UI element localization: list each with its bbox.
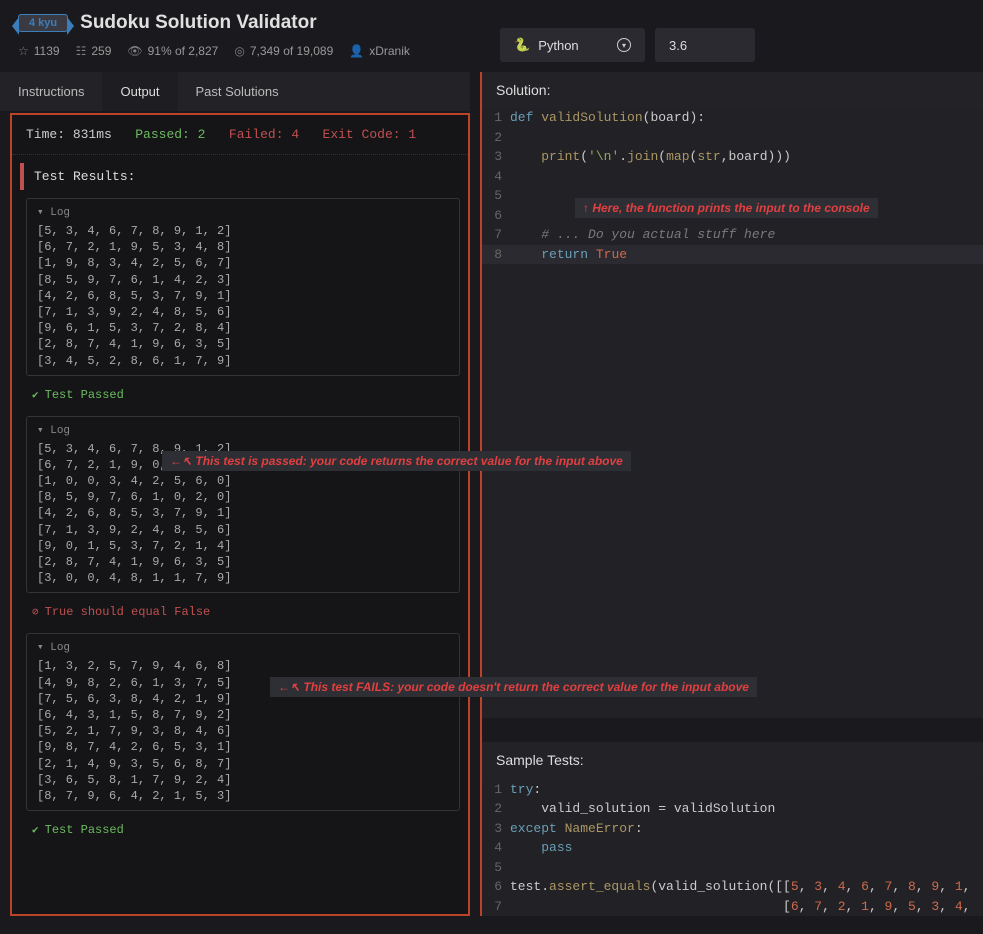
eye-icon: 👁	[127, 44, 142, 58]
stat-completed: ◎ 7,349 of 19,089	[234, 44, 333, 58]
tab-past-solutions[interactable]: Past Solutions	[178, 72, 297, 111]
line-number: 1	[482, 780, 510, 800]
line-number: 3	[482, 147, 510, 167]
log-label[interactable]: Log	[37, 423, 449, 437]
code-line[interactable]: 1def validSolution(board):	[482, 108, 983, 128]
pass-text: Test Passed	[45, 823, 124, 837]
code-line[interactable]: 3except NameError:	[482, 819, 983, 839]
log-block: Log [5, 3, 4, 6, 7, 8, 9, 1, 2] [6, 7, 2…	[26, 198, 460, 376]
check-icon: ✔	[32, 388, 39, 402]
code-line[interactable]: 4	[482, 167, 983, 187]
test-result-fail: ⊘ True should equal False	[26, 601, 460, 623]
code-text: def validSolution(board):	[510, 108, 705, 128]
time-value: 831ms	[73, 127, 112, 142]
pass-text: Test Passed	[45, 388, 124, 402]
code-line[interactable]: 2 valid_solution = validSolution	[482, 799, 983, 819]
stat-satisfaction: 👁 91% of 2,827	[127, 44, 218, 58]
log-block: Log [5, 3, 4, 6, 7, 8, 9, 1, 2] [6, 7, 2…	[26, 416, 460, 594]
stat-collections: ☷ 259	[76, 44, 112, 58]
test-result-pass: ✔ Test Passed	[26, 819, 460, 841]
code-text: return True	[510, 245, 627, 265]
code-text: print('\n'.join(map(str,board)))	[510, 147, 791, 167]
solution-header: Solution:	[482, 72, 983, 108]
code-line[interactable]: 7 # ... Do you actual stuff here	[482, 225, 983, 245]
error-icon: ⊘	[32, 605, 39, 619]
layers-icon: ☷	[76, 44, 87, 58]
annotation-pass: ←↖ This test is passed: your code return…	[162, 451, 631, 471]
code-line[interactable]: 6test.assert_equals(valid_solution([[5, …	[482, 877, 983, 897]
log-label[interactable]: Log	[37, 640, 449, 654]
code-line[interactable]: 2	[482, 128, 983, 148]
test-result-pass: ✔ Test Passed	[26, 384, 460, 406]
failed-count: 4	[291, 127, 299, 142]
python-icon: 🐍	[514, 37, 530, 53]
star-icon: ☆	[18, 44, 29, 58]
annotation-fail: ←↖ This test FAILS: your code doesn't re…	[270, 677, 757, 697]
line-number: 2	[482, 799, 510, 819]
line-number: 5	[482, 186, 510, 206]
satisfaction-text: 91% of 2,827	[148, 44, 219, 58]
exit-label: Exit Code:	[323, 127, 401, 142]
target-icon: ◎	[234, 44, 244, 58]
code-text: try:	[510, 780, 541, 800]
log-content: [5, 3, 4, 6, 7, 8, 9, 1, 2] [6, 7, 2, 1,…	[37, 223, 449, 369]
tab-output[interactable]: Output	[102, 72, 177, 111]
chevron-down-icon: ▾	[617, 38, 631, 52]
check-icon: ✔	[32, 823, 39, 837]
line-number: 5	[482, 858, 510, 878]
line-number: 7	[482, 225, 510, 245]
difficulty-badge: 4 kyu	[18, 14, 68, 32]
tab-bar: Instructions Output Past Solutions	[0, 72, 470, 111]
stat-author[interactable]: 👤 xDranik	[349, 44, 410, 58]
tab-instructions[interactable]: Instructions	[0, 72, 102, 111]
code-text: pass	[510, 838, 572, 858]
code-text: # ... Do you actual stuff here	[510, 225, 775, 245]
annotation-print: ↑ Here, the function prints the input to…	[575, 198, 878, 218]
code-line[interactable]: 5	[482, 858, 983, 878]
line-number: 6	[482, 877, 510, 897]
code-text: valid_solution = validSolution	[510, 799, 775, 819]
passed-label: Passed:	[135, 127, 190, 142]
code-text: test.assert_equals(valid_solution([[5, 3…	[510, 877, 970, 897]
code-line[interactable]: 7 [6, 7, 2, 1, 9, 5, 3, 4,	[482, 897, 983, 917]
completed-text: 7,349 of 19,089	[250, 44, 333, 58]
sample-tests-editor[interactable]: 1try:2 valid_solution = validSolution3ex…	[482, 778, 983, 917]
line-number: 4	[482, 838, 510, 858]
sample-tests-header: Sample Tests:	[482, 742, 983, 778]
stars-count: 1139	[34, 44, 60, 58]
line-number: 1	[482, 108, 510, 128]
code-text: except NameError:	[510, 819, 643, 839]
stat-stars: ☆ 1139	[18, 44, 60, 58]
page-title: Sudoku Solution Validator	[80, 12, 316, 34]
language-label: Python	[538, 38, 578, 53]
log-block: Log [1, 3, 2, 5, 7, 9, 4, 6, 8] [4, 9, 8…	[26, 633, 460, 811]
line-number: 3	[482, 819, 510, 839]
time-label: Time:	[26, 127, 65, 142]
test-results-header: Test Results:	[20, 163, 460, 190]
output-panel: Time: 831ms Passed: 2 Failed: 4 Exit Cod…	[10, 113, 470, 916]
version-dropdown[interactable]: 3.6	[655, 28, 755, 62]
status-bar: Time: 831ms Passed: 2 Failed: 4 Exit Cod…	[12, 115, 468, 155]
language-dropdown[interactable]: 🐍 Python ▾	[500, 28, 645, 62]
failed-label: Failed:	[229, 127, 284, 142]
exit-code: 1	[408, 127, 416, 142]
collections-count: 259	[91, 44, 111, 58]
line-number: 2	[482, 128, 510, 148]
author-name: xDranik	[369, 44, 410, 58]
line-number: 6	[482, 206, 510, 226]
passed-count: 2	[198, 127, 206, 142]
log-label[interactable]: Log	[37, 205, 449, 219]
code-line[interactable]: 3 print('\n'.join(map(str,board)))	[482, 147, 983, 167]
version-label: 3.6	[669, 38, 687, 53]
fail-text: True should equal False	[45, 605, 211, 619]
code-text: [6, 7, 2, 1, 9, 5, 3, 4,	[510, 897, 970, 917]
code-line[interactable]: 4 pass	[482, 838, 983, 858]
results-scroll-area[interactable]: Test Results: Log [5, 3, 4, 6, 7, 8, 9, …	[12, 155, 468, 912]
user-icon: 👤	[349, 44, 364, 58]
line-number: 7	[482, 897, 510, 917]
line-number: 8	[482, 245, 510, 265]
code-line[interactable]: 8 return True	[482, 245, 983, 265]
line-number: 4	[482, 167, 510, 187]
code-line[interactable]: 1try:	[482, 780, 983, 800]
